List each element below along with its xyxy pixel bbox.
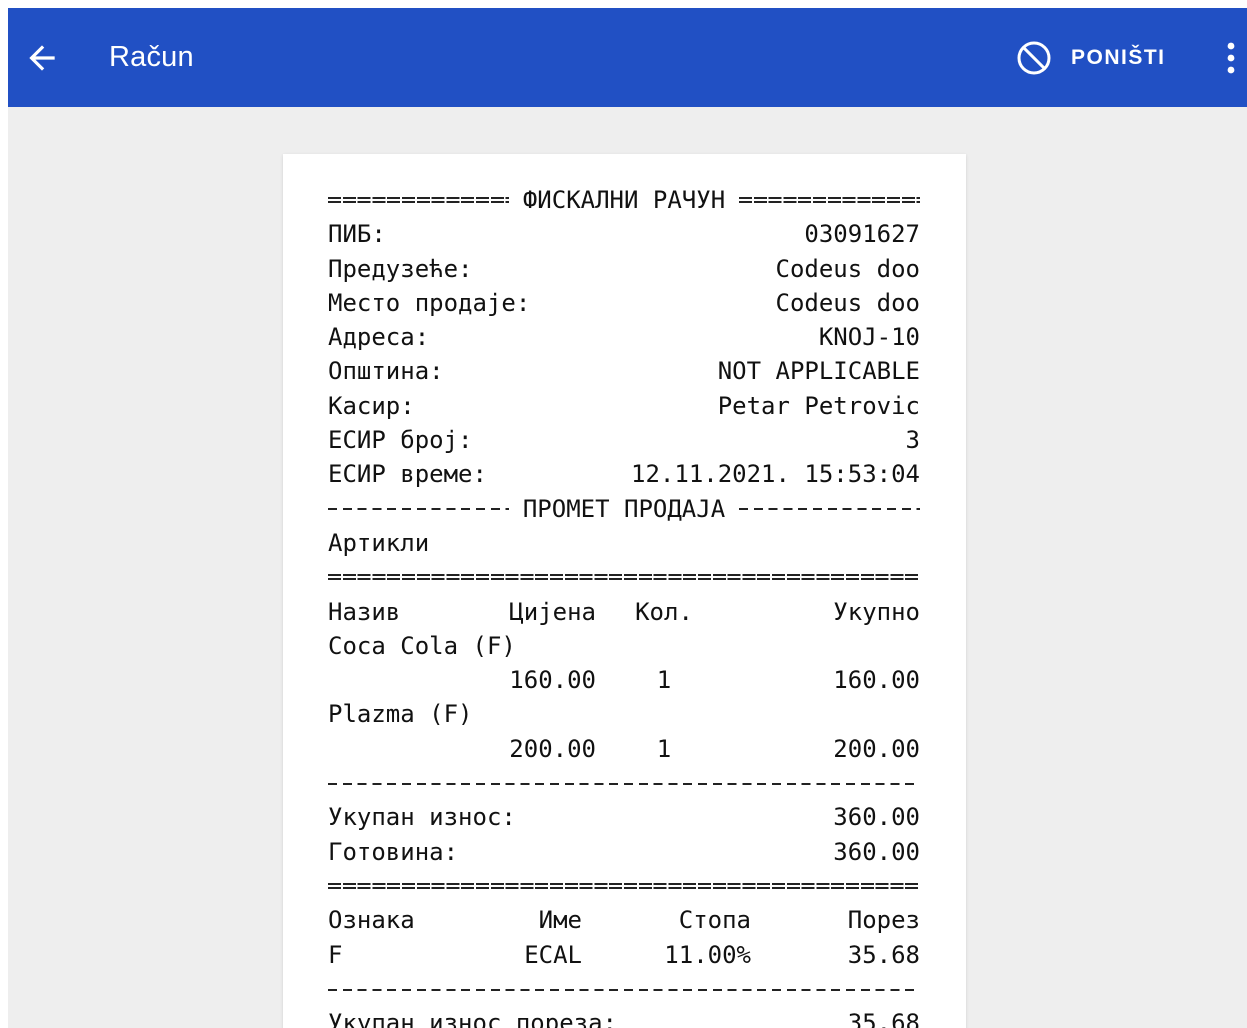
top-app-bar: Račun PONIŠTI xyxy=(8,8,1247,107)
field-label: Адреса: xyxy=(328,323,430,352)
cash-value: 360.00 xyxy=(833,837,920,866)
double-divider xyxy=(328,560,920,594)
total-row: Укупан износ: 360.00 xyxy=(328,800,920,834)
field-row-pib: ПИБ: 03091627 xyxy=(328,217,920,251)
tax-header-rate: Стопа xyxy=(678,906,751,935)
item-total: 160.00 xyxy=(833,666,920,695)
field-label: Предузеће: xyxy=(328,254,473,283)
tax-header-label: Ознака xyxy=(328,906,415,935)
tax-total-value: 35.68 xyxy=(847,1009,920,1028)
tax-total-row: Укупан износ пореза: 35.68 xyxy=(328,1006,920,1028)
overflow-menu-button[interactable] xyxy=(1215,34,1247,82)
item-name-row: Coca Cola (F) xyxy=(328,629,920,663)
total-value: 360.00 xyxy=(833,803,920,832)
tax-amount: 35.68 xyxy=(847,940,920,969)
tax-header-name: Име xyxy=(538,906,582,935)
cancel-receipt-button[interactable]: PONIŠTI xyxy=(1008,34,1178,82)
field-label: ЕСИР време: xyxy=(328,460,487,489)
field-value: 3 xyxy=(905,426,920,455)
field-value: 03091627 xyxy=(804,220,920,249)
cancel-button-label: PONIŠTI xyxy=(1071,46,1166,69)
field-row-company: Предузеће: Codeus doo xyxy=(328,252,920,286)
double-divider xyxy=(328,869,920,903)
field-label: Општина: xyxy=(328,357,444,386)
field-label: Касир: xyxy=(328,391,415,420)
field-label: Место продаје: xyxy=(328,288,531,317)
column-header-qty: Кол. xyxy=(635,597,693,626)
field-row-esir-number: ЕСИР број: 3 xyxy=(328,423,920,457)
field-row-esir-time: ЕСИР време: 12.11.2021. 15:53:04 xyxy=(328,457,920,491)
app-screen: Račun PONIŠTI ФИСКАЛНИ РАЧУН ПИБ: 030916… xyxy=(8,8,1247,1028)
fiscal-receipt: ФИСКАЛНИ РАЧУН ПИБ: 03091627 Предузеће: … xyxy=(328,183,921,1028)
item-name: Coca Cola (F) xyxy=(328,631,516,660)
column-header-name: Назив xyxy=(328,597,401,626)
block-icon xyxy=(1017,41,1051,75)
back-button[interactable] xyxy=(18,34,66,82)
items-heading: Артикли xyxy=(328,526,920,560)
total-label: Укупан износ: xyxy=(328,803,516,832)
field-value: Codeus doo xyxy=(775,254,921,283)
receipt-paper: ФИСКАЛНИ РАЧУН ПИБ: 03091627 Предузеће: … xyxy=(283,154,966,1028)
section-title: ПРОМЕТ ПРОДАЈА xyxy=(522,494,726,523)
dashed-divider xyxy=(328,766,920,800)
tax-total-label: Укупан износ пореза: xyxy=(328,1009,617,1028)
item-qty: 1 xyxy=(656,666,672,695)
field-row-sale-place: Место продаје: Codeus doo xyxy=(328,286,920,320)
field-value: Codeus doo xyxy=(775,288,921,317)
tax-header-tax: Порез xyxy=(847,906,920,935)
items-column-headers: Назив Цијена Кол. Укупно xyxy=(328,595,920,629)
tax-label: F xyxy=(328,940,343,969)
item-qty: 1 xyxy=(656,734,672,763)
page-title: Račun xyxy=(109,41,194,73)
tax-name: ECAL xyxy=(524,940,582,969)
item-total: 200.00 xyxy=(833,734,920,763)
item-values-row: 160.00 1 160.00 xyxy=(328,663,920,697)
field-row-address: Адреса: KNOJ-10 xyxy=(328,320,920,354)
tax-column-headers: Ознака Име Стопа Порез xyxy=(328,903,920,937)
arrow-left-icon xyxy=(29,45,55,71)
receipt-header: ФИСКАЛНИ РАЧУН xyxy=(328,183,921,217)
cash-row: Готовина: 360.00 xyxy=(328,835,920,869)
item-name: Plazma (F) xyxy=(328,700,473,729)
dashed-divider xyxy=(328,972,920,1006)
field-label: ПИБ: xyxy=(328,220,386,249)
field-value: NOT APPLICABLE xyxy=(717,357,920,386)
field-row-cashier: Касир: Petar Petrovic xyxy=(328,389,920,423)
field-value: KNOJ-10 xyxy=(818,323,920,352)
more-vert-icon xyxy=(1227,42,1235,74)
field-label: ЕСИР број: xyxy=(328,426,473,455)
items-heading-text: Артикли xyxy=(328,528,430,557)
column-header-price: Цијена xyxy=(509,597,596,626)
item-values-row: 200.00 1 200.00 xyxy=(328,732,920,766)
item-price: 160.00 xyxy=(509,666,596,695)
item-name-row: Plazma (F) xyxy=(328,697,920,731)
field-value: Petar Petrovic xyxy=(717,391,920,420)
tax-row: F ECAL 11.00% 35.68 xyxy=(328,938,920,972)
section-separator: ПРОМЕТ ПРОДАЈА xyxy=(328,492,921,526)
tax-rate: 11.00% xyxy=(664,940,751,969)
column-header-total: Укупно xyxy=(833,597,920,626)
item-price: 200.00 xyxy=(509,734,596,763)
field-value: 12.11.2021. 15:53:04 xyxy=(631,460,920,489)
cash-label: Готовина: xyxy=(328,837,459,866)
receipt-header-title: ФИСКАЛНИ РАЧУН xyxy=(522,186,726,214)
field-row-municipality: Општина: NOT APPLICABLE xyxy=(328,354,920,388)
